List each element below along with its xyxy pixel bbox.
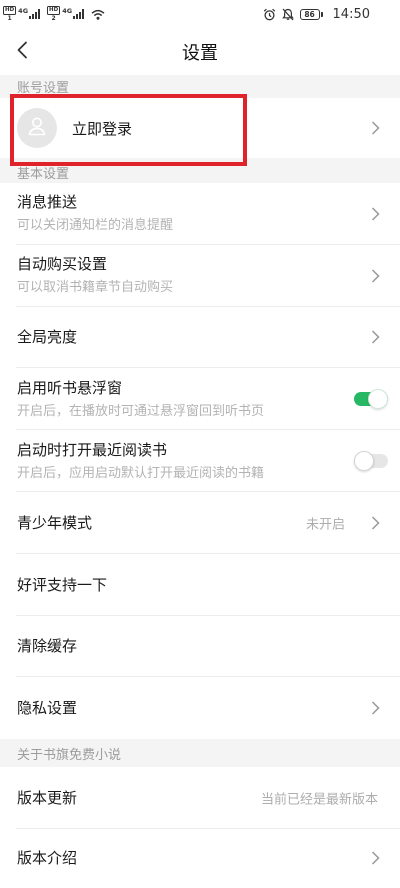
chevron-right-icon: [371, 701, 380, 716]
row-subtitle: 开启后，在播放时可通过悬浮窗回到听书页: [17, 403, 265, 419]
row-subtitle: 开启后，应用启动默认打开最近阅读的书籍: [17, 465, 265, 481]
row-label: 启用听书悬浮窗: [17, 378, 123, 397]
settings-row-global-brightness[interactable]: 全局亮度: [0, 306, 400, 369]
open-recent-book-toggle[interactable]: [354, 450, 388, 472]
toggle-knob: [354, 451, 374, 472]
settings-row-floating-player: 启用听书悬浮窗 开启后，在播放时可通过悬浮窗回到听书页: [0, 368, 400, 431]
sim2-indicator: HD 2 4G: [47, 6, 85, 22]
row-text: 启用听书悬浮窗 开启后，在播放时可通过悬浮窗回到听书页: [17, 378, 264, 421]
clock: 14:50: [332, 6, 370, 22]
page-title: 设置: [182, 42, 218, 64]
settings-row-message-push[interactable]: 消息推送 可以关闭通知栏的消息提醒: [0, 183, 400, 245]
row-label: 版本更新: [17, 789, 78, 808]
settings-row-privacy[interactable]: 隐私设置: [0, 677, 400, 740]
signal-icon: [73, 9, 85, 19]
settings-row-version-update[interactable]: 版本更新 当前已经是最新版本: [0, 767, 400, 829]
chevron-right-icon: [371, 268, 380, 283]
row-text: 隐私设置: [17, 698, 77, 718]
battery-icon: 86: [299, 8, 323, 20]
sim-slot: 1: [7, 15, 12, 22]
row-text: 版本介绍: [17, 848, 77, 868]
hd-badge: HD: [3, 6, 17, 15]
sim1-indicator: HD 1 4G: [3, 6, 41, 22]
row-text: 好评支持一下: [17, 575, 107, 595]
toggle-knob: [368, 389, 388, 410]
row-value: 当前已经是最新版本: [260, 792, 378, 808]
section-header-basic: 基本设置: [0, 158, 400, 183]
row-text: 启动时打开最近阅读书 开启后，应用启动默认打开最近阅读的书籍: [17, 440, 264, 483]
row-subtitle: 可以取消书籍章节自动购买: [17, 280, 174, 296]
avatar: [17, 108, 57, 148]
chevron-right-icon: [371, 851, 380, 866]
row-text: 青少年模式: [17, 513, 92, 533]
login-label: 立即登录: [72, 119, 133, 138]
settings-row-auto-purchase[interactable]: 自动购买设置 可以取消书籍章节自动购买: [0, 244, 400, 307]
person-icon: [25, 114, 49, 142]
settings-row-clear-cache[interactable]: 清除缓存: [0, 615, 400, 678]
section-header-account: 账号设置: [0, 75, 400, 98]
row-label: 好评支持一下: [17, 575, 108, 594]
settings-row-version-intro[interactable]: 版本介绍: [0, 828, 400, 888]
header: 设置: [0, 28, 400, 75]
row-text: 自动购买设置 可以取消书籍章节自动购买: [17, 254, 173, 297]
hd-badge: HD: [47, 6, 61, 15]
row-text: 消息推送 可以关闭通知栏的消息提醒: [17, 192, 173, 235]
row-label: 隐私设置: [17, 699, 78, 718]
sim-slot: 2: [51, 15, 56, 22]
alarm-icon: [263, 8, 276, 21]
mute-icon: [281, 8, 294, 21]
chevron-right-icon: [371, 206, 380, 221]
row-label: 启动时打开最近阅读书: [17, 440, 168, 459]
sim1-id: HD 1: [3, 6, 17, 22]
status-bar: HD 1 4G HD 2 4G 86 14:50: [0, 0, 400, 28]
row-label: 自动购买设置: [17, 255, 108, 274]
battery-level: 86: [299, 8, 320, 20]
battery-tip: [320, 11, 323, 17]
row-label: 青少年模式: [17, 513, 93, 532]
chevron-right-icon: [371, 121, 380, 136]
row-label: 版本介绍: [17, 849, 78, 868]
settings-row-rate-app[interactable]: 好评支持一下: [0, 553, 400, 616]
row-text: 全局亮度: [17, 327, 77, 347]
chevron-right-icon: [371, 330, 380, 345]
network-type: 4G: [62, 7, 73, 15]
row-label: 清除缓存: [17, 637, 78, 656]
row-text: 清除缓存: [17, 636, 77, 656]
row-text: 版本更新: [17, 788, 77, 808]
wifi-icon: [91, 9, 105, 20]
section-header-about: 关于书旗免费小说: [0, 739, 400, 768]
status-bar-right: 86 14:50: [263, 5, 370, 23]
status-bar-left: HD 1 4G HD 2 4G: [3, 5, 105, 23]
sim2-id: HD 2: [47, 6, 61, 22]
login-row[interactable]: 立即登录: [0, 98, 400, 158]
row-label: 消息推送: [17, 193, 78, 212]
chevron-right-icon: [371, 515, 380, 530]
row-value: 未开启: [305, 517, 345, 533]
network-type: 4G: [18, 7, 29, 15]
signal-icon: [29, 9, 41, 19]
settings-row-teen-mode[interactable]: 青少年模式 未开启: [0, 491, 400, 554]
settings-row-open-recent-book: 启动时打开最近阅读书 开启后，应用启动默认打开最近阅读的书籍: [0, 430, 400, 492]
settings-page: HD 1 4G HD 2 4G 86 14:50 设置 账号设置 立即登录 基本…: [0, 0, 400, 888]
row-subtitle: 可以关闭通知栏的消息提醒: [17, 218, 174, 234]
floating-player-toggle[interactable]: [354, 388, 388, 410]
row-label: 全局亮度: [17, 328, 78, 347]
